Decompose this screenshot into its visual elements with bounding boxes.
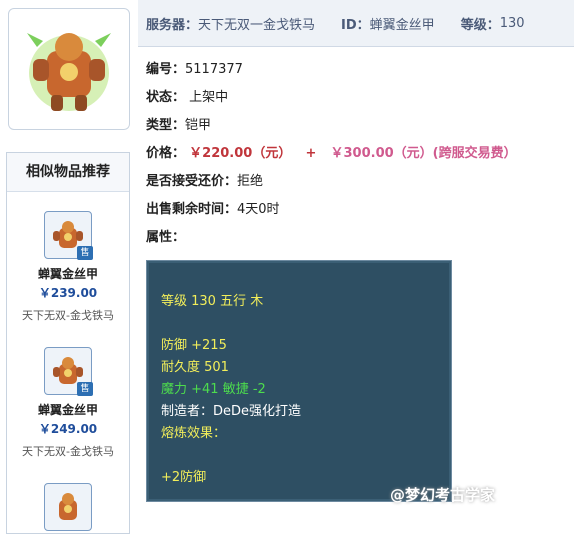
attr-level-element: 等级 130 五行 木	[161, 294, 264, 309]
status-row: 状态： 上架中	[146, 86, 228, 105]
item-header-bar: 服务器： 天下无双一金戈铁马 ID： 蝉翼金丝甲 等级： 130	[138, 0, 574, 47]
similar-item-server: 天下无双-金戈铁马	[22, 309, 114, 322]
server-label: 服务器：	[146, 17, 199, 33]
similar-item-server: 天下无双-金戈铁马	[22, 445, 114, 458]
status-value: 上架中	[189, 90, 229, 105]
counter-offer-label: 是否接受还价：	[146, 174, 238, 189]
time-remaining-label: 出售剩余时间：	[146, 202, 238, 217]
similar-item-price: ￥239.00	[38, 286, 98, 300]
time-remaining-value: 4天0时	[237, 202, 280, 217]
attr-smelting-label: 熔炼效果：	[161, 426, 227, 441]
counter-offer-row: 是否接受还价：拒绝	[146, 170, 263, 189]
attributes-row: 属性：	[146, 226, 185, 245]
number-value: 5117377	[185, 62, 243, 77]
similar-item[interactable]	[7, 483, 129, 531]
level-label: 等级：	[460, 17, 500, 33]
cross-server-fee: ￥300.00（元）(跨服交易费）	[330, 146, 517, 161]
id-label: ID：	[341, 17, 370, 33]
id-value: 蝉翼金丝甲	[369, 17, 435, 33]
attributes-label: 属性：	[146, 230, 186, 245]
left-column: 相似物品推荐 售 蝉翼金丝甲 ￥239.00 天下无双-金戈铁马 售 蝉翼金丝甲…	[0, 0, 136, 534]
price-label: 价格：	[146, 146, 186, 161]
similar-items-title: 相似物品推荐	[7, 153, 129, 192]
type-label: 类型：	[146, 118, 186, 133]
attr-durability: 耐久度 501	[161, 360, 229, 375]
attr-smelting-effect: +2防御	[161, 470, 207, 485]
similar-item[interactable]: 售 蝉翼金丝甲 ￥249.00 天下无双-金戈铁马	[7, 347, 129, 459]
similar-item-image[interactable]: 售	[44, 211, 93, 260]
similar-items-panel: 相似物品推荐 售 蝉翼金丝甲 ￥239.00 天下无双-金戈铁马 售 蝉翼金丝甲…	[6, 152, 130, 534]
sell-tag: 售	[77, 246, 93, 260]
similar-item-image[interactable]	[44, 483, 92, 531]
similar-item-price: ￥249.00	[38, 422, 98, 436]
sell-tag: 售	[77, 382, 93, 396]
attr-maker: 制造者：DeDe强化打造	[161, 404, 302, 419]
armor-icon	[59, 493, 77, 520]
time-remaining-row: 出售剩余时间：4天0时	[146, 198, 280, 217]
similar-item-image[interactable]: 售	[44, 347, 93, 396]
price-plus: +	[305, 146, 317, 161]
number-label: 编号：	[146, 62, 186, 77]
attributes-box: 等级 130 五行 木 防御 +215 耐久度 501 魔力 +41 敏捷 -2…	[146, 260, 452, 502]
counter-offer-value: 拒绝	[237, 174, 264, 189]
price-row: 价格： ￥220.00（元） + ￥300.00（元）(跨服交易费）	[146, 142, 517, 161]
similar-item-name[interactable]: 蝉翼金丝甲	[7, 265, 129, 282]
server-value: 天下无双一金戈铁马	[198, 17, 316, 33]
number-row: 编号：5117377	[146, 58, 243, 77]
attr-defense: 防御 +215	[161, 338, 227, 353]
watermark: @梦幻考古学家	[390, 486, 496, 504]
type-row: 类型：铠甲	[146, 114, 211, 133]
type-value: 铠甲	[185, 118, 212, 133]
armor-icon	[27, 33, 111, 111]
level-value: 130	[499, 15, 525, 31]
item-image[interactable]	[8, 8, 130, 130]
similar-item[interactable]: 售 蝉翼金丝甲 ￥239.00 天下无双-金戈铁马	[7, 211, 129, 323]
price-value: ￥220.00（元）	[189, 146, 292, 161]
status-label: 状态：	[146, 90, 186, 105]
similar-item-name[interactable]: 蝉翼金丝甲	[7, 401, 129, 418]
attr-magic-agility: 魔力 +41 敏捷 -2	[161, 382, 266, 397]
